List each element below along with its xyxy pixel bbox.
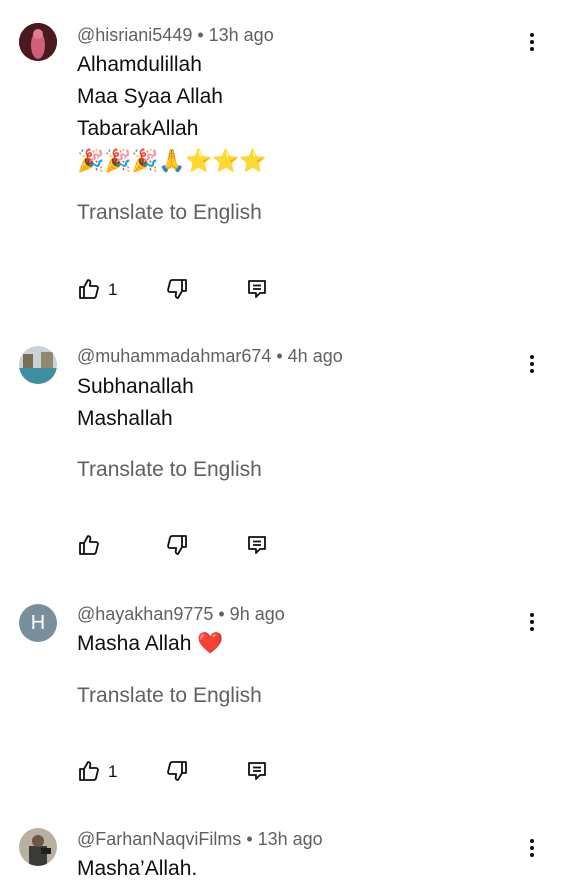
comment-meta: @hayakhan9775 • 9h ago bbox=[77, 604, 285, 624]
comment-text: Masha’Allah. bbox=[77, 853, 197, 885]
thumbs-down-icon[interactable] bbox=[165, 533, 189, 557]
party-popper-emoji: 🎉 bbox=[77, 148, 105, 173]
more-vertical-icon[interactable] bbox=[522, 352, 542, 376]
comment-text: Masha Allah ❤️ bbox=[77, 628, 223, 660]
avatar[interactable] bbox=[19, 23, 57, 61]
comment-item: @muhammadahmar674 • 4h ago Subhanallah M… bbox=[0, 320, 570, 580]
avatar[interactable] bbox=[19, 346, 57, 384]
comment-line: Maa Syaa Allah bbox=[77, 85, 223, 108]
comment-actions bbox=[77, 533, 277, 559]
comment-text: Alhamdulillah Maa Syaa Allah TabarakAlla… bbox=[77, 49, 266, 177]
folded-hands-emoji: 🙏 bbox=[158, 148, 186, 173]
comment-item: @hisriani5449 • 13h ago Alhamdulillah Ma… bbox=[0, 0, 570, 320]
avatar[interactable] bbox=[19, 828, 57, 866]
comment-text: Subhanallah Mashallah bbox=[77, 371, 194, 435]
comment-meta: @hisriani5449 • 13h ago bbox=[77, 25, 274, 45]
party-popper-emoji: 🎉 bbox=[131, 148, 159, 173]
comment-meta: @FarhanNaqviFilms • 13h ago bbox=[77, 829, 323, 849]
avatar[interactable]: H bbox=[19, 604, 57, 642]
comment-line: Mashallah bbox=[77, 407, 173, 430]
comment-line: Masha Allah ❤️ bbox=[77, 632, 224, 655]
comment-line: TabarakAllah bbox=[77, 117, 199, 140]
reply-comment-icon[interactable] bbox=[245, 533, 269, 557]
translate-link[interactable]: Translate to English bbox=[77, 458, 262, 482]
thumbs-down-icon[interactable] bbox=[165, 277, 189, 301]
comment-item: H @hayakhan9775 • 9h ago Masha Allah ❤️ … bbox=[0, 580, 570, 810]
emoji-line: 🎉 🎉 🎉 🙏 ⭐ ⭐ ⭐ bbox=[77, 145, 266, 177]
comment-actions: 1 bbox=[77, 277, 277, 303]
translate-link[interactable]: Translate to English bbox=[77, 201, 262, 225]
more-vertical-icon[interactable] bbox=[522, 836, 542, 860]
star-emoji: ⭐ bbox=[212, 148, 240, 173]
star-emoji: ⭐ bbox=[239, 148, 267, 173]
more-vertical-icon[interactable] bbox=[522, 30, 542, 54]
thumbs-up-icon[interactable] bbox=[77, 759, 101, 783]
party-popper-emoji: 🎉 bbox=[104, 148, 132, 173]
comment-line: Alhamdulillah bbox=[77, 53, 202, 76]
like-count: 1 bbox=[108, 762, 118, 781]
thumbs-up-icon[interactable] bbox=[77, 277, 101, 301]
comment-line: Masha’Allah. bbox=[77, 857, 198, 880]
star-emoji: ⭐ bbox=[185, 148, 213, 173]
more-vertical-icon[interactable] bbox=[522, 610, 542, 634]
thumbs-up-icon[interactable] bbox=[77, 533, 101, 557]
comment-meta: @muhammadahmar674 • 4h ago bbox=[77, 346, 343, 366]
thumbs-down-icon[interactable] bbox=[165, 759, 189, 783]
comment-actions: 1 bbox=[77, 759, 277, 785]
like-count: 1 bbox=[108, 280, 118, 299]
comment-line: Subhanallah bbox=[77, 375, 194, 398]
comment-item: @FarhanNaqviFilms • 13h ago Masha’Allah. bbox=[0, 810, 570, 892]
avatar-letter: H bbox=[30, 612, 46, 634]
reply-comment-icon[interactable] bbox=[245, 759, 269, 783]
reply-comment-icon[interactable] bbox=[245, 277, 269, 301]
translate-link[interactable]: Translate to English bbox=[77, 684, 262, 708]
